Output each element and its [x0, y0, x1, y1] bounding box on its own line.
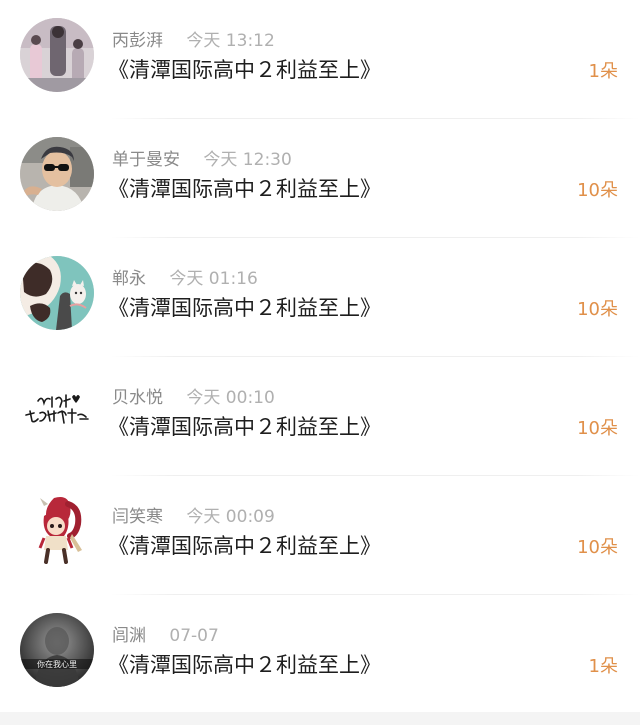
user-name[interactable]: 丙彭湃	[112, 31, 163, 51]
user-name[interactable]: 闫笑寒	[112, 507, 163, 527]
comment-text: 《清潭国际高中２利益至上》	[108, 296, 381, 320]
cartoon-avatar-girl-icon	[20, 494, 94, 568]
photo-avatar-dark-icon: 你在我心里	[20, 613, 94, 687]
flower-count: 10朵	[577, 299, 618, 320]
user-name[interactable]: 贝水悦	[112, 388, 163, 408]
user-name[interactable]: 闾渊	[112, 626, 146, 646]
comment-meta: 郸永 今天 01:16	[112, 268, 258, 290]
flower-count: 1朵	[588, 656, 618, 677]
flower-count: 10朵	[577, 180, 618, 201]
list-item[interactable]: 你在我心里 闾渊 07-07 《清潭国际高中２利益至上》 1朵	[0, 595, 640, 714]
user-name[interactable]: 单于曼安	[112, 150, 180, 170]
photo-avatar-sunglasses-icon	[20, 137, 94, 211]
photo-avatar-group-icon	[20, 18, 94, 92]
list-item[interactable]: 郸永 今天 01:16 《清潭国际高中２利益至上》 10朵	[0, 238, 640, 357]
avatar[interactable]	[20, 494, 94, 568]
flower-count: 1朵	[588, 61, 618, 82]
comment-text: 《清潭国际高中２利益至上》	[108, 653, 381, 677]
flower-count: 10朵	[577, 418, 618, 439]
timestamp: 今天 01:16	[169, 269, 258, 289]
timestamp: 07-07	[169, 626, 219, 646]
avatar[interactable]	[20, 256, 94, 330]
avatar[interactable]	[20, 137, 94, 211]
avatar[interactable]	[20, 18, 94, 92]
user-name[interactable]: 郸永	[112, 269, 146, 289]
svg-text:你在我心里: 你在我心里	[37, 659, 77, 669]
avatar[interactable]	[20, 375, 94, 449]
bottom-strip	[0, 712, 640, 725]
comment-meta: 丙彭湃 今天 13:12	[112, 30, 275, 52]
comment-text: 《清潭国际高中２利益至上》	[108, 415, 381, 439]
comment-meta: 贝水悦 今天 00:10	[112, 387, 275, 409]
comment-meta: 单于曼安 今天 12:30	[112, 149, 292, 171]
handwriting-avatar-icon	[20, 375, 94, 449]
list-item[interactable]: 丙彭湃 今天 13:12 《清潭国际高中２利益至上》 1朵	[0, 0, 640, 119]
comment-meta: 闾渊 07-07	[112, 625, 219, 647]
list-item[interactable]: 单于曼安 今天 12:30 《清潭国际高中２利益至上》 10朵	[0, 119, 640, 238]
comment-text: 《清潭国际高中２利益至上》	[108, 177, 381, 201]
timestamp: 今天 00:09	[186, 507, 275, 527]
comment-text: 《清潭国际高中２利益至上》	[108, 534, 381, 558]
list-item[interactable]: 贝水悦 今天 00:10 《清潭国际高中２利益至上》 10朵	[0, 357, 640, 476]
flower-count: 10朵	[577, 537, 618, 558]
comment-text: 《清潭国际高中２利益至上》	[108, 58, 381, 82]
comment-meta: 闫笑寒 今天 00:09	[112, 506, 275, 528]
avatar[interactable]: 你在我心里	[20, 613, 94, 687]
timestamp: 今天 13:12	[186, 31, 275, 51]
timestamp: 今天 00:10	[186, 388, 275, 408]
comment-list: 丙彭湃 今天 13:12 《清潭国际高中２利益至上》 1朵 单于曼安 今天 12…	[0, 0, 640, 714]
timestamp: 今天 12:30	[203, 150, 292, 170]
list-item[interactable]: 闫笑寒 今天 00:09 《清潭国际高中２利益至上》 10朵	[0, 476, 640, 595]
illustration-avatar-cat-icon	[20, 256, 94, 330]
